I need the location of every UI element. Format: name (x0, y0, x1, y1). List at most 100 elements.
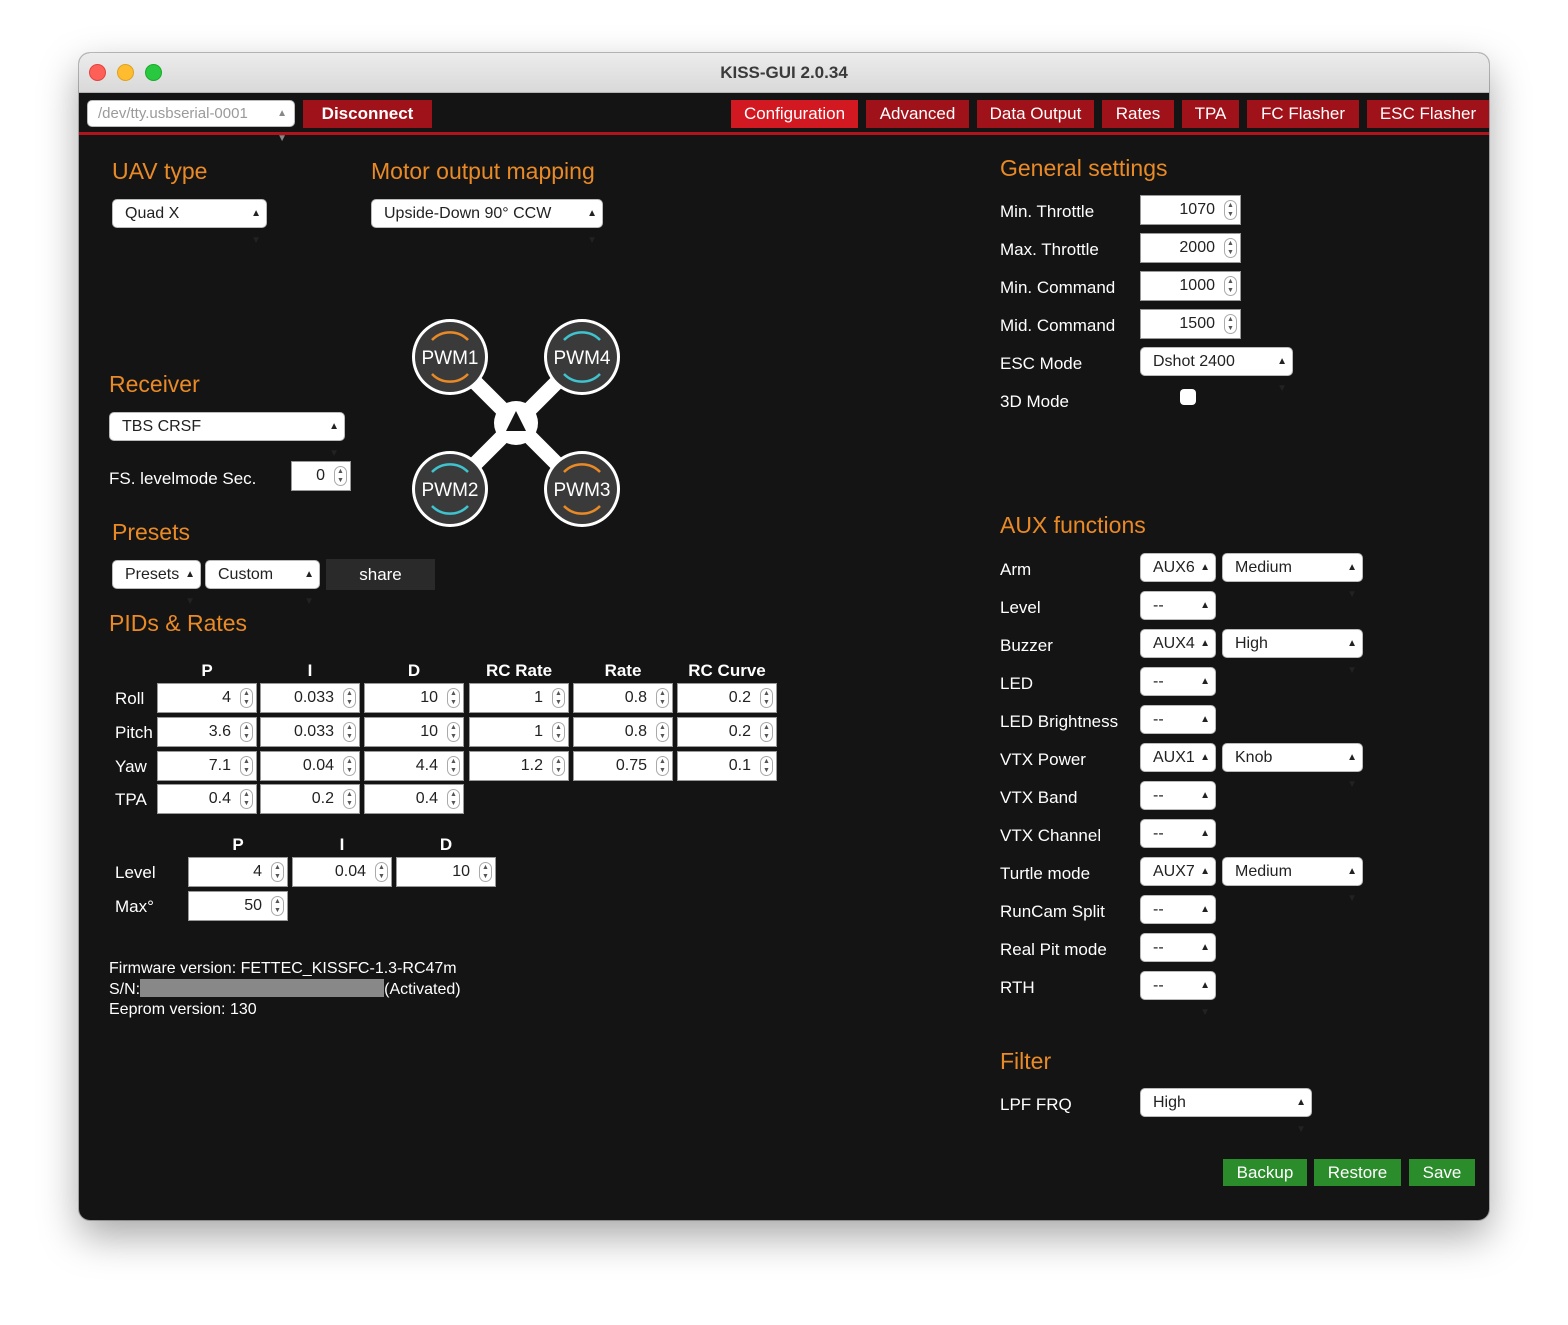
aux-label: LED Brightness (1000, 712, 1119, 731)
level-p-input[interactable]: 4 ▲ ▼ (188, 857, 288, 887)
stepper-icon[interactable]: ▲ ▼ (343, 722, 356, 742)
stepper-icon[interactable]: ▲ ▼ (375, 862, 388, 882)
tpa-i-input[interactable]: 0.2 ▲ ▼ (260, 784, 360, 814)
stepper-icon[interactable]: ▲ ▼ (1224, 314, 1237, 334)
stepper-icon[interactable]: ▲ ▼ (552, 756, 565, 776)
stepper-icon[interactable]: ▲ ▼ (240, 688, 253, 708)
min-throttle-input[interactable]: 1070 ▲ ▼ (1140, 195, 1241, 225)
tab-data-output[interactable]: Data Output (977, 100, 1094, 128)
mode-3d-checkbox[interactable] (1180, 389, 1196, 405)
stepper-icon[interactable]: ▲ ▼ (656, 688, 669, 708)
tab-tpa[interactable]: TPA (1182, 100, 1239, 128)
custom-preset-select[interactable]: Custom ▲ ▼ (205, 560, 320, 607)
aux-channel-select[interactable]: --▲▼ (1140, 819, 1216, 866)
disconnect-button[interactable]: Disconnect (303, 100, 432, 128)
pitch-rc-rate-input[interactable]: 1 ▲ ▼ (469, 717, 569, 747)
serial-port-select[interactable]: /dev/tty.usbserial-0001 ▲ ▼ (87, 100, 295, 144)
roll-i-input[interactable]: 0.033 ▲ ▼ (260, 683, 360, 713)
pitch-rate-input[interactable]: 0.8 ▲ ▼ (573, 717, 673, 747)
aux-channel-select[interactable]: AUX7▲▼ (1140, 857, 1216, 904)
stepper-icon[interactable]: ▲ ▼ (240, 722, 253, 742)
stepper-icon[interactable]: ▲ ▼ (343, 756, 356, 776)
stepper-icon[interactable]: ▲ ▼ (552, 722, 565, 742)
motor-mapping-select[interactable]: Upside-Down 90° CCW ▲ ▼ (371, 199, 603, 246)
tab-rates[interactable]: Rates (1102, 100, 1174, 128)
aux-mode-select[interactable]: Medium ▲ ▼ (1222, 553, 1363, 600)
aux-mode-select[interactable]: Knob ▲ ▼ (1222, 743, 1363, 790)
aux-mode-select[interactable]: Medium ▲ ▼ (1222, 857, 1363, 904)
stepper-icon[interactable]: ▲ ▼ (760, 688, 773, 708)
uav-type-select[interactable]: Quad X ▲ ▼ (112, 199, 267, 246)
tpa-p-input[interactable]: 0.4 ▲ ▼ (157, 784, 257, 814)
aux-channel-select[interactable]: --▲▼ (1140, 591, 1216, 638)
aux-channel-select[interactable]: --▲▼ (1140, 781, 1216, 828)
roll-p-input[interactable]: 4 ▲ ▼ (157, 683, 257, 713)
yaw-p-input[interactable]: 7.1 ▲ ▼ (157, 751, 257, 781)
yaw-d-input[interactable]: 4.4 ▲ ▼ (364, 751, 464, 781)
stepper-icon[interactable]: ▲ ▼ (271, 896, 284, 916)
yaw-rc-rate-input[interactable]: 1.2 ▲ ▼ (469, 751, 569, 781)
aux-channel-select[interactable]: --▲▼ (1140, 971, 1216, 1018)
pitch-d-input[interactable]: 10 ▲ ▼ (364, 717, 464, 747)
stepper-icon[interactable]: ▲ ▼ (552, 688, 565, 708)
max-deg-input[interactable]: 50 ▲ ▼ (188, 891, 288, 921)
stepper-icon[interactable]: ▲ ▼ (271, 862, 284, 882)
mid-command-input[interactable]: 1500 ▲ ▼ (1140, 309, 1241, 339)
tpa-d-input[interactable]: 0.4 ▲ ▼ (364, 784, 464, 814)
roll-rate-input[interactable]: 0.8 ▲ ▼ (573, 683, 673, 713)
tab-fc-flasher[interactable]: FC Flasher (1247, 100, 1359, 128)
aux-channel-select[interactable]: --▲▼ (1140, 895, 1216, 942)
stepper-icon[interactable]: ▲ ▼ (656, 756, 669, 776)
min-command-input[interactable]: 1000 ▲ ▼ (1140, 271, 1241, 301)
stepper-icon[interactable]: ▲ ▼ (1224, 276, 1237, 296)
stepper-icon[interactable]: ▲ ▼ (343, 789, 356, 809)
level-d-input[interactable]: 10 ▲ ▼ (396, 857, 496, 887)
share-button[interactable]: share (326, 559, 435, 590)
stepper-icon[interactable]: ▲ ▼ (240, 789, 253, 809)
aux-channel-select[interactable]: --▲▼ (1140, 933, 1216, 980)
stepper-icon[interactable]: ▲ ▼ (760, 722, 773, 742)
stepper-icon[interactable]: ▲ ▼ (760, 756, 773, 776)
yaw-i-input[interactable]: 0.04 ▲ ▼ (260, 751, 360, 781)
stepper-icon[interactable]: ▲ ▼ (1224, 238, 1237, 258)
yaw-rate-input[interactable]: 0.75 ▲ ▼ (573, 751, 673, 781)
esc-mode-select[interactable]: Dshot 2400 ▲ ▼ (1140, 347, 1293, 394)
stepper-icon[interactable]: ▲ ▼ (479, 862, 492, 882)
stepper-icon[interactable]: ▲ ▼ (447, 756, 460, 776)
aux-channel-select[interactable]: AUX6▲▼ (1140, 553, 1216, 600)
aux-channel-value: AUX7 (1153, 863, 1195, 880)
presets-select[interactable]: Presets ▲ ▼ (112, 560, 201, 607)
stepper-icon[interactable]: ▲ ▼ (334, 466, 347, 486)
tab-configuration[interactable]: Configuration (731, 100, 858, 128)
save-button[interactable]: Save (1409, 1159, 1475, 1186)
aux-channel-select[interactable]: --▲▼ (1140, 667, 1216, 714)
stepper-icon[interactable]: ▲ ▼ (343, 688, 356, 708)
restore-button[interactable]: Restore (1314, 1159, 1401, 1186)
stepper-icon[interactable]: ▲ ▼ (240, 756, 253, 776)
stepper-icon[interactable]: ▲ ▼ (1224, 200, 1237, 220)
receiver-select[interactable]: TBS CRSF ▲ ▼ (109, 412, 345, 459)
yaw-rc-curve-input[interactable]: 0.1 ▲ ▼ (677, 751, 777, 781)
fs-levelmode-input[interactable]: 0 ▲ ▼ (291, 461, 351, 491)
pitch-p-input[interactable]: 3.6 ▲ ▼ (157, 717, 257, 747)
level-i-input[interactable]: 0.04 ▲ ▼ (292, 857, 392, 887)
roll-d-input[interactable]: 10 ▲ ▼ (364, 683, 464, 713)
stepper-icon[interactable]: ▲ ▼ (447, 789, 460, 809)
backup-button[interactable]: Backup (1223, 1159, 1307, 1186)
roll-rc-rate-input[interactable]: 1 ▲ ▼ (469, 683, 569, 713)
tab-advanced[interactable]: Advanced (866, 100, 969, 128)
aux-channel-select[interactable]: --▲▼ (1140, 705, 1216, 752)
lpf-frq-value: High (1153, 1094, 1186, 1111)
stepper-icon[interactable]: ▲ ▼ (656, 722, 669, 742)
stepper-icon[interactable]: ▲ ▼ (447, 688, 460, 708)
aux-mode-select[interactable]: High ▲ ▼ (1222, 629, 1363, 676)
pitch-rc-curve-input[interactable]: 0.2 ▲ ▼ (677, 717, 777, 747)
tab-esc-flasher[interactable]: ESC Flasher (1367, 100, 1489, 128)
max-throttle-input[interactable]: 2000 ▲ ▼ (1140, 233, 1241, 263)
aux-channel-select[interactable]: AUX4▲▼ (1140, 629, 1216, 676)
aux-channel-select[interactable]: AUX1▲▼ (1140, 743, 1216, 790)
pitch-i-input[interactable]: 0.033 ▲ ▼ (260, 717, 360, 747)
lpf-frq-select[interactable]: High ▲ ▼ (1140, 1088, 1312, 1135)
roll-rc-curve-input[interactable]: 0.2 ▲ ▼ (677, 683, 777, 713)
stepper-icon[interactable]: ▲ ▼ (447, 722, 460, 742)
